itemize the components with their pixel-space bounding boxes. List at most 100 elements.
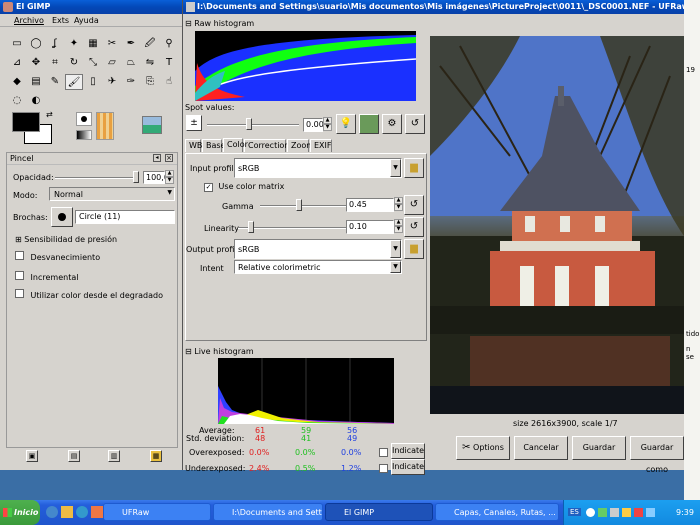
swap-colors-icon[interactable]: ⇄ — [46, 110, 53, 119]
fuzzy-select-icon[interactable]: ✦ — [65, 36, 83, 52]
panel-menu-icon[interactable]: ◂ — [153, 154, 161, 162]
eraser-icon[interactable]: ▯ — [84, 74, 102, 90]
task-gimp[interactable]: El GIMP — [325, 503, 433, 521]
tray-language[interactable]: ES — [568, 508, 581, 516]
exposure-slider-thumb[interactable] — [245, 118, 252, 130]
tray-icon-4[interactable] — [622, 508, 631, 517]
brush-name-field[interactable]: Circle (11) — [75, 210, 175, 224]
text-icon[interactable]: T — [160, 55, 178, 71]
paintbrush-icon[interactable]: 🖌 — [65, 74, 83, 90]
use-color-matrix-row[interactable]: ✓ Use color matrix — [204, 182, 284, 192]
tab-exif[interactable]: EXIF — [310, 139, 332, 152]
output-profile-open-button[interactable]: ▆ — [404, 239, 424, 259]
gradient-checkbox-row[interactable]: Utilizar color desde el degradado — [15, 289, 163, 300]
tab-corrections[interactable]: Corrections — [244, 139, 294, 152]
tab-base[interactable]: Base — [202, 139, 225, 152]
quicklaunch-media-icon[interactable] — [76, 506, 88, 518]
scissors-icon[interactable]: ✂ — [103, 36, 121, 52]
opacity-field[interactable]: 100,0 — [143, 171, 169, 184]
incremental-checkbox-row[interactable]: Incremental — [15, 271, 78, 282]
tray-icon-6[interactable] — [646, 508, 655, 517]
linearity-slider-track[interactable] — [238, 227, 346, 229]
path-icon[interactable]: ✒ — [122, 36, 140, 52]
fade-checkbox[interactable] — [15, 251, 24, 260]
rotate-icon[interactable]: ↻ — [65, 55, 83, 71]
exposure-field[interactable]: 0.00 — [303, 118, 324, 132]
intent-select[interactable]: Relative colorimetric ▼ — [234, 260, 402, 274]
mode-select[interactable]: Normal ▼ — [49, 187, 175, 201]
menu-ayuda[interactable]: Ayuda — [74, 16, 99, 25]
gamma-slider-thumb[interactable] — [296, 199, 302, 211]
brush-button[interactable] — [51, 207, 73, 227]
reset-options-button[interactable]: ▦ — [150, 450, 162, 462]
task-ufraw-image[interactable]: I:\Documents and Settin... — [213, 503, 323, 521]
input-profile-open-button[interactable]: ▆ — [404, 158, 424, 178]
gamma-field[interactable]: 0.45 — [346, 198, 394, 212]
exposure-spin[interactable]: ▲ ▼ — [323, 117, 332, 132]
opacity-spin[interactable]: ▲ ▼ — [165, 170, 174, 185]
rect-select-icon[interactable]: ▭ — [8, 36, 26, 52]
auto-exposure-button[interactable]: 💡 — [336, 114, 356, 134]
curve-button[interactable]: ⚙ — [382, 114, 402, 134]
foreground-color-swatch[interactable] — [12, 112, 40, 132]
gradient-preview[interactable] — [76, 130, 92, 140]
tray-icon-2[interactable] — [598, 508, 607, 517]
panel-close-icon[interactable]: × — [165, 154, 173, 162]
zoom-icon[interactable]: ⚲ — [160, 36, 178, 52]
ink-icon[interactable]: ✑ — [122, 74, 140, 90]
gamma-spin[interactable]: ▲ ▼ — [394, 197, 403, 212]
gamma-reset-button[interactable]: ↺ — [404, 195, 424, 215]
save-options-button[interactable]: ▣ — [26, 450, 38, 462]
bucket-fill-icon[interactable]: ◆ — [8, 74, 26, 90]
underexposed-indicate-button[interactable]: Indicate — [391, 459, 425, 475]
convolve-icon[interactable]: ◌ — [8, 93, 26, 109]
task-ufraw[interactable]: UFRaw — [103, 503, 211, 521]
linearity-slider-thumb[interactable] — [248, 221, 255, 233]
dodge-icon[interactable]: ◐ — [27, 93, 45, 109]
color-select-icon[interactable]: ▦ — [84, 36, 102, 52]
opacity-slider-thumb[interactable] — [133, 171, 139, 183]
restore-options-button[interactable]: ▤ — [68, 450, 80, 462]
delete-options-button[interactable]: ▥ — [108, 450, 120, 462]
underexposed-indicate-checkbox[interactable] — [379, 464, 388, 473]
tray-icon-5[interactable] — [634, 508, 643, 517]
output-profile-select[interactable]: sRGB ▼ — [234, 239, 402, 259]
task-layers[interactable]: Capas, Canales, Rutas, ... — [435, 503, 559, 521]
move-icon[interactable]: ✥ — [27, 55, 45, 71]
quicklaunch-app-icon[interactable] — [91, 506, 103, 518]
clone-icon[interactable]: ⎘ — [141, 74, 159, 90]
measure-icon[interactable]: ⊿ — [8, 55, 26, 71]
scale-icon[interactable]: ⤡ — [84, 55, 102, 71]
quicklaunch-ie-icon[interactable] — [46, 506, 58, 518]
quicklaunch-folder-icon[interactable] — [61, 506, 73, 518]
tab-color[interactable]: Color — [223, 138, 248, 152]
cancel-button[interactable]: Cancelar — [514, 436, 568, 460]
tab-zoom[interactable]: Zoom — [287, 139, 314, 152]
overexposed-indicate-checkbox[interactable] — [379, 448, 388, 457]
linearity-field[interactable]: 0.10 — [346, 220, 394, 234]
smudge-icon[interactable]: ☝ — [160, 74, 178, 90]
pencil-icon[interactable]: ✎ — [46, 74, 64, 90]
tab-wb[interactable]: WB — [185, 139, 202, 152]
flip-icon[interactable]: ⇋ — [141, 55, 159, 71]
airbrush-icon[interactable]: ✈ — [103, 74, 121, 90]
overexposed-indicate-button[interactable]: Indicate — [391, 443, 425, 459]
pattern-preview[interactable] — [96, 112, 114, 140]
use-color-matrix-checkbox[interactable]: ✓ — [204, 183, 213, 192]
save-button[interactable]: Guardar — [572, 436, 626, 460]
exposure-slider-track[interactable] — [207, 124, 299, 126]
gamma-slider-track[interactable] — [260, 205, 346, 207]
crop-icon[interactable]: ⌗ — [46, 55, 64, 71]
input-profile-select[interactable]: sRGB ▼ — [234, 158, 402, 178]
gradient-checkbox[interactable] — [15, 289, 24, 298]
linearity-spin[interactable]: ▲ ▼ — [394, 219, 403, 234]
raw-histogram-header[interactable]: ⊟ Raw histogram — [185, 19, 254, 28]
tray-icon-1[interactable] — [586, 508, 595, 517]
color-picker-icon[interactable]: 🖉 — [141, 36, 159, 52]
tray-clock[interactable]: 9:39 — [676, 508, 694, 517]
menu-exts[interactable]: Exts — [52, 16, 69, 25]
live-histogram-header[interactable]: ⊟ Live histogram — [185, 347, 254, 356]
incremental-checkbox[interactable] — [15, 271, 24, 280]
lasso-icon[interactable]: ʆ — [46, 36, 64, 52]
shear-icon[interactable]: ▱ — [103, 55, 121, 71]
